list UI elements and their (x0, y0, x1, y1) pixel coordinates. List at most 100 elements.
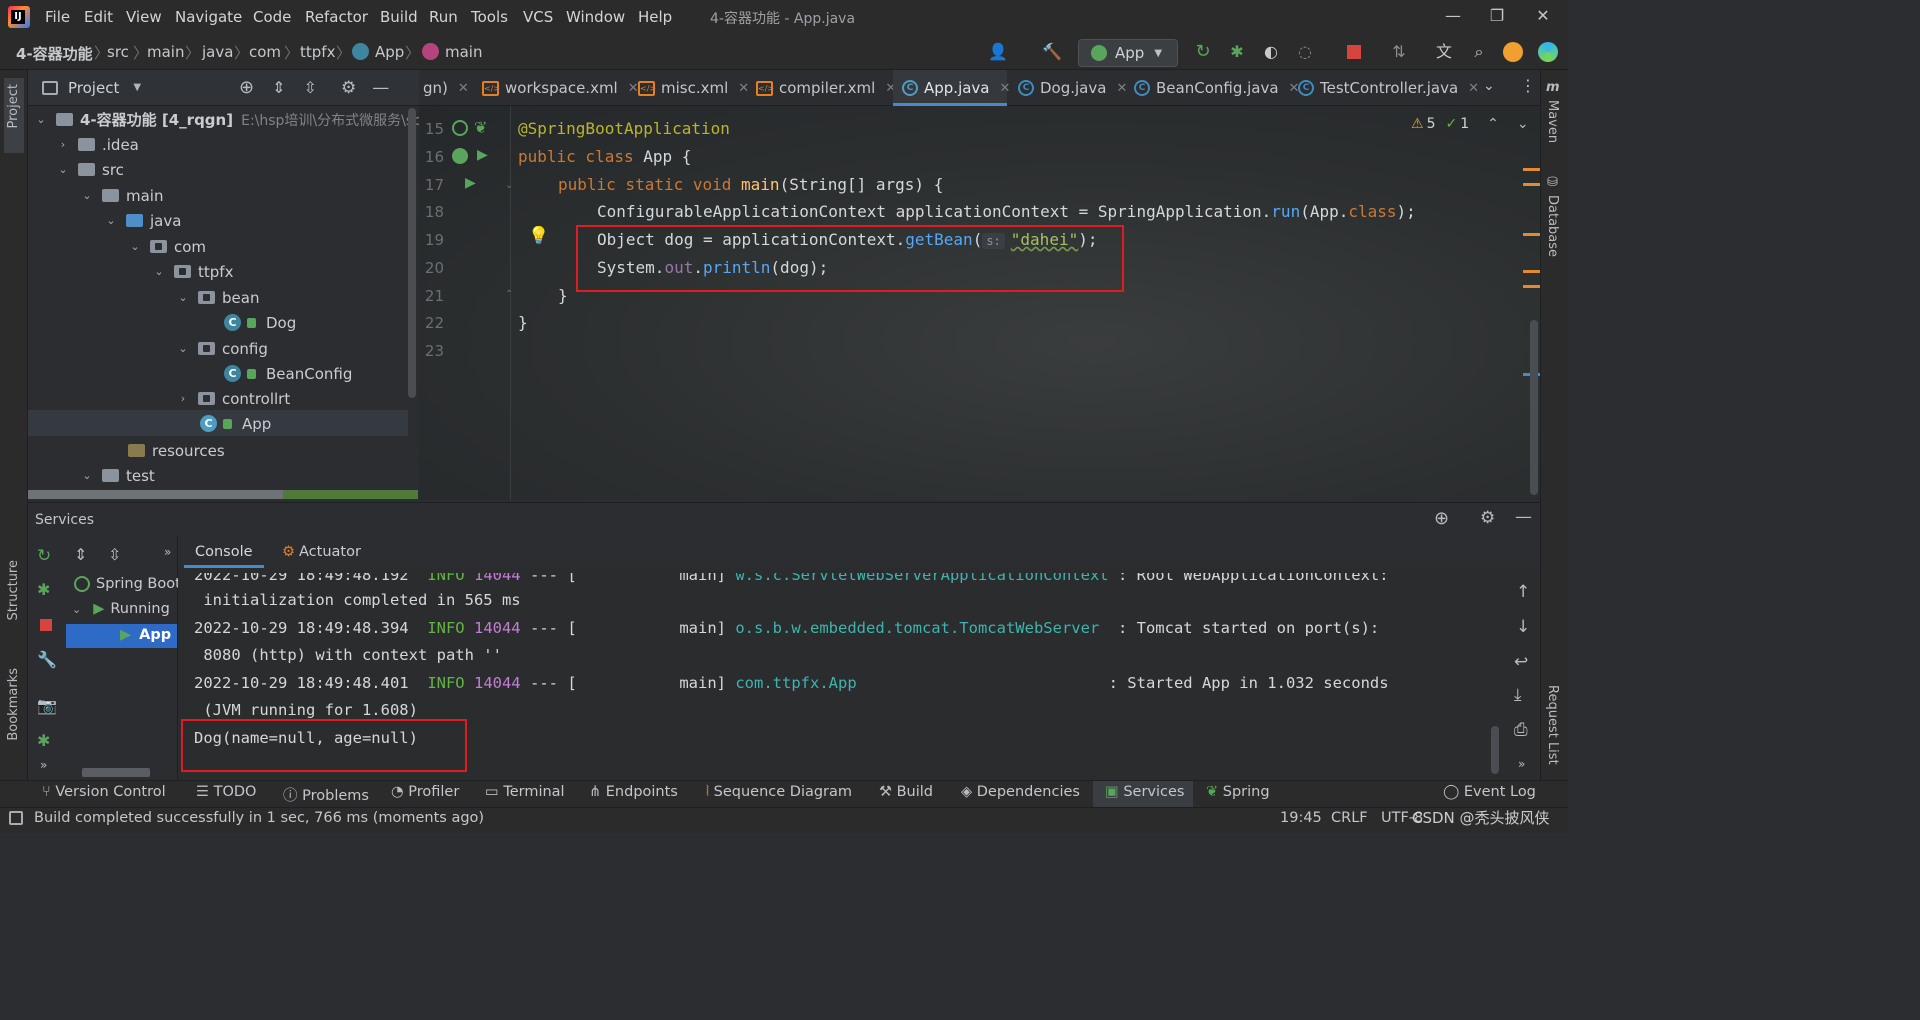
collapse-all-icon[interactable]: ⇳ (304, 78, 317, 97)
project-panel-title[interactable]: Project (68, 79, 119, 97)
tab-testcontroller-java[interactable]: C TestController.java ✕ (1298, 70, 1479, 106)
print-icon[interactable]: ⎙ (1514, 720, 1528, 740)
tree-item-app[interactable]: C App (200, 411, 271, 436)
hide-panel-icon[interactable]: — (1515, 507, 1532, 527)
profiler-icon[interactable]: ◌ (1293, 40, 1317, 64)
spring-leaf-gutter-icon[interactable]: ❦ (474, 118, 487, 137)
close-window-icon[interactable]: ✕ (1533, 6, 1553, 25)
fold-icon[interactable]: ⌄ (505, 180, 513, 191)
bottom-tool-services[interactable]: ▣ Services (1105, 784, 1184, 800)
warning-marker[interactable] (1523, 168, 1540, 171)
warning-marker[interactable] (1523, 270, 1540, 273)
bookmarks-tool-tab[interactable]: Bookmarks (4, 668, 24, 768)
expand-all-icon[interactable]: ⇕ (272, 78, 285, 97)
tree-item-java[interactable]: ⌄ java (104, 208, 181, 233)
stop-icon[interactable] (1347, 45, 1361, 59)
gear-icon[interactable]: ⚙ (1480, 508, 1495, 528)
rerun-icon[interactable]: ↻ (1191, 40, 1215, 64)
tab-dog-java[interactable]: C Dog.java ✕ (1018, 70, 1127, 106)
console-scrollbar[interactable] (1491, 726, 1499, 774)
menu-file[interactable]: File (45, 8, 70, 26)
services-item-app[interactable]: ▶ App (120, 627, 171, 643)
close-icon[interactable]: ✕ (738, 81, 749, 96)
horizontal-scrollbar[interactable] (28, 490, 283, 499)
minimize-icon[interactable]: — (1443, 6, 1463, 25)
arrow-down-icon[interactable]: ↓ (1516, 617, 1530, 637)
tabs-overflow-chevron-icon[interactable]: ⌄ (1483, 78, 1495, 94)
expand-all-icon[interactable]: ⇕ (74, 545, 87, 564)
tab-beanconfig-java[interactable]: C BeanConfig.java ✕ (1134, 70, 1299, 106)
translate-icon[interactable]: 文 (1432, 40, 1456, 64)
tree-item-config[interactable]: ⌄ config (176, 336, 268, 361)
menu-refactor[interactable]: Refactor (305, 8, 368, 26)
chevron-down-icon[interactable]: ▼ (133, 82, 141, 93)
search-icon[interactable]: ⌕ (1467, 40, 1491, 64)
menu-build[interactable]: Build (380, 8, 418, 26)
tree-item-resources[interactable]: resources (128, 438, 225, 463)
tab-misc-xml[interactable]: </> misc.xml ✕ (638, 70, 749, 106)
build-hammer-icon[interactable]: 🔨 (1040, 40, 1064, 64)
scroll-to-end-icon[interactable]: ⤓ (1514, 685, 1522, 705)
warning-marker[interactable] (1523, 233, 1540, 236)
breadcrumb-project[interactable]: 4-容器功能 (16, 43, 93, 64)
inspection-widget[interactable]: ⚠ 5 ✓ 1 ⌃ ⌄ (1411, 116, 1529, 132)
vertical-scrollbar[interactable] (408, 108, 416, 398)
tab-actuator[interactable]: ⚙ Actuator (282, 544, 361, 560)
coverage-icon[interactable]: ◐ (1259, 40, 1283, 64)
breadcrumb-ttpfx[interactable]: ttpfx (300, 43, 335, 61)
bottom-tool-version-control[interactable]: ⑂ Version Control (42, 784, 166, 800)
chevron-down-icon[interactable]: ⌄ (1517, 116, 1529, 132)
run-gutter-icon[interactable]: ▶ (477, 147, 488, 163)
menu-view[interactable]: View (126, 8, 162, 26)
gear-icon[interactable]: ⚙ (341, 78, 356, 98)
collapse-all-icon[interactable]: ⇳ (108, 545, 121, 564)
database-tool-tab[interactable]: Database (1545, 195, 1560, 257)
bottom-tool-profiler[interactable]: ◔ Profiler (391, 784, 459, 800)
debug-icon[interactable]: ✱ (37, 580, 50, 599)
bottom-tool-problems[interactable]: ⓘ Problems (283, 784, 369, 805)
hide-panel-icon[interactable]: — (372, 78, 389, 98)
close-icon[interactable]: ✕ (458, 81, 469, 96)
fold-icon[interactable]: ⌃ (505, 289, 513, 300)
maven-tool-tab[interactable]: Maven (1545, 100, 1560, 143)
services-item-running[interactable]: ⌄ ▶ Running (72, 601, 170, 617)
restore-icon[interactable]: ❐ (1487, 6, 1507, 25)
tree-item-idea[interactable]: › .idea (56, 132, 139, 157)
tree-item-controllrt[interactable]: › controllrt (176, 386, 290, 411)
debug-icon[interactable]: ✱ (37, 731, 50, 750)
camera-icon[interactable]: 📷 (37, 696, 57, 715)
menu-navigate[interactable]: Navigate (175, 8, 242, 26)
locate-icon[interactable]: ⊕ (239, 77, 254, 98)
bottom-tool-sequence-diagram[interactable]: ⦚ Sequence Diagram (706, 784, 852, 800)
tree-item-src[interactable]: ⌄ src (56, 157, 124, 182)
spring-app-gutter-icon[interactable] (452, 148, 468, 164)
breadcrumb-com[interactable]: com (249, 43, 281, 61)
warning-marker[interactable] (1523, 285, 1540, 288)
tab-compiler-xml[interactable]: </> compiler.xml ✕ (756, 70, 896, 106)
vcs-icon[interactable]: ⇅ (1387, 40, 1411, 64)
arrow-up-icon[interactable]: ↑ (1516, 582, 1530, 602)
caret-position[interactable]: 19:45 (1280, 810, 1322, 826)
bottom-tool-event-log[interactable]: ◯ Event Log (1443, 784, 1536, 800)
tree-item-bean[interactable]: ⌄ bean (176, 285, 259, 310)
bottom-tool-build[interactable]: ⚒ Build (879, 784, 933, 800)
tree-item-test[interactable]: ⌄ test (80, 463, 154, 488)
menu-help[interactable]: Help (638, 8, 672, 26)
breadcrumb-main[interactable]: main (147, 43, 184, 61)
run-config-selector[interactable]: App ▼ (1078, 39, 1178, 67)
debug-icon[interactable]: ✱ (1225, 40, 1249, 64)
chevron-up-icon[interactable]: ⌃ (1487, 116, 1499, 132)
breadcrumb-java[interactable]: java (202, 43, 233, 61)
bottom-tool-endpoints[interactable]: ⋔ Endpoints (589, 784, 678, 800)
project-tool-tab[interactable]: Project (4, 78, 24, 153)
more-icon[interactable]: » (40, 758, 47, 772)
breadcrumb-app[interactable]: App (375, 43, 404, 61)
stop-icon[interactable] (40, 619, 52, 631)
close-icon[interactable]: ✕ (1116, 81, 1127, 96)
locate-icon[interactable]: ⊕ (1434, 508, 1449, 529)
tab-app-java[interactable]: C App.java ✕ (902, 70, 1010, 106)
tab-truncated[interactable]: gn) ✕ (423, 70, 469, 106)
request-list-tool-tab[interactable]: Request List (1545, 685, 1560, 765)
tree-item-dog[interactable]: C Dog (224, 310, 296, 335)
tree-item-com[interactable]: ⌄ com (128, 234, 206, 259)
